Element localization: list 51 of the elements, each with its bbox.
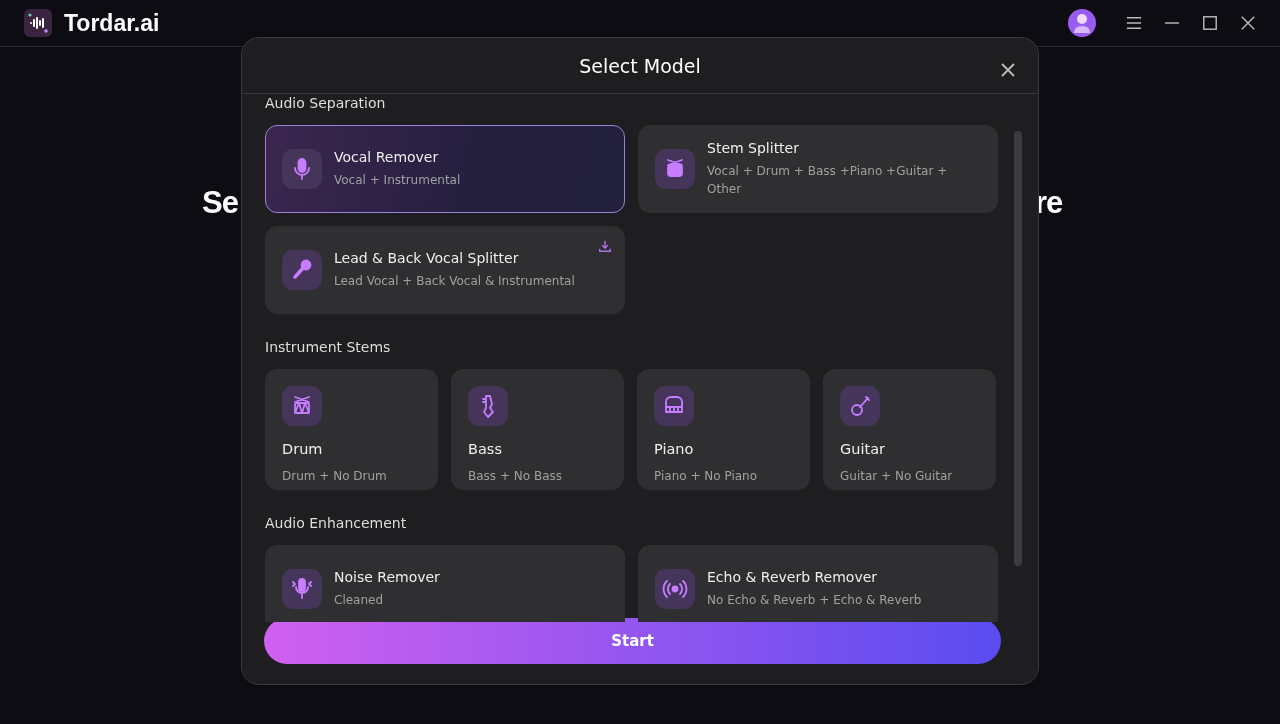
section-title: Audio Enhancement xyxy=(265,515,408,532)
close-icon[interactable] xyxy=(1240,15,1256,31)
broadcast-icon xyxy=(655,569,695,609)
section-title: Audio Separation xyxy=(265,95,387,112)
drum-icon xyxy=(655,149,695,189)
bass-guitar-icon xyxy=(468,386,508,426)
dialog-title: Select Model xyxy=(579,54,701,77)
model-description: Bass + No Bass xyxy=(468,468,563,485)
model-title: Piano xyxy=(654,441,695,457)
model-card[interactable]: Bass Bass + No Bass xyxy=(451,369,624,490)
maximize-icon[interactable] xyxy=(1202,15,1218,31)
model-title: Noise Remover xyxy=(334,569,441,585)
model-title: Vocal Remover xyxy=(334,149,440,165)
model-description: Lead Vocal + Back Vocal & Instrumental xyxy=(334,273,576,290)
model-card[interactable]: Echo & Reverb Remover No Echo & Reverb + Echo & Reverb xyxy=(638,545,998,622)
piano-icon xyxy=(654,386,694,426)
app-logo-icon xyxy=(24,9,52,37)
microphone-icon xyxy=(282,250,322,290)
model-description: No Echo & Reverb + Echo & Reverb xyxy=(707,592,923,609)
model-description: Drum + No Drum xyxy=(282,468,388,485)
scrollbar[interactable] xyxy=(1014,131,1022,566)
close-icon[interactable] xyxy=(1000,62,1016,78)
model-card[interactable]: Noise Remover Cleaned xyxy=(265,545,625,622)
microphone-icon xyxy=(282,149,322,189)
model-description: Piano + No Piano xyxy=(654,468,759,485)
model-title: Drum xyxy=(282,441,324,457)
section-title: Instrument Stems xyxy=(265,339,392,356)
drum-icon xyxy=(282,386,322,426)
avatar-icon[interactable] xyxy=(1068,9,1096,37)
model-title: Echo & Reverb Remover xyxy=(707,569,879,585)
model-card[interactable]: Lead & Back Vocal Splitter Lead Vocal + Back Vocal & Instrumental xyxy=(265,226,625,314)
model-title: Lead & Back Vocal Splitter xyxy=(334,250,520,266)
download-icon[interactable] xyxy=(598,239,612,253)
model-description: Vocal + Instrumental xyxy=(334,172,462,189)
model-card[interactable]: Stem Splitter Vocal + Drum + Bass +Piano +Guitar + Other xyxy=(638,125,998,213)
model-description: Guitar + No Guitar xyxy=(840,468,954,485)
model-card[interactable]: Drum Drum + No Drum xyxy=(265,369,438,490)
guitar-icon xyxy=(840,386,880,426)
model-description: Cleaned xyxy=(334,592,385,609)
model-description: Vocal + Drum + Bass +Piano +Guitar + Other xyxy=(707,163,949,198)
microphone-icon xyxy=(282,569,322,609)
model-title: Bass xyxy=(468,441,503,457)
model-card[interactable]: Piano Piano + No Piano xyxy=(637,369,810,490)
model-card[interactable]: Vocal Remover Vocal + Instrumental xyxy=(265,125,625,213)
app-title: Tordar.ai xyxy=(64,9,160,37)
model-card[interactable]: Guitar Guitar + No Guitar xyxy=(823,369,996,490)
model-title: Guitar xyxy=(840,441,886,457)
model-title: Stem Splitter xyxy=(707,140,800,156)
page-heading: Se xyxy=(202,185,238,221)
start-button[interactable]: Start xyxy=(264,618,1001,664)
menu-icon[interactable] xyxy=(1126,15,1142,31)
